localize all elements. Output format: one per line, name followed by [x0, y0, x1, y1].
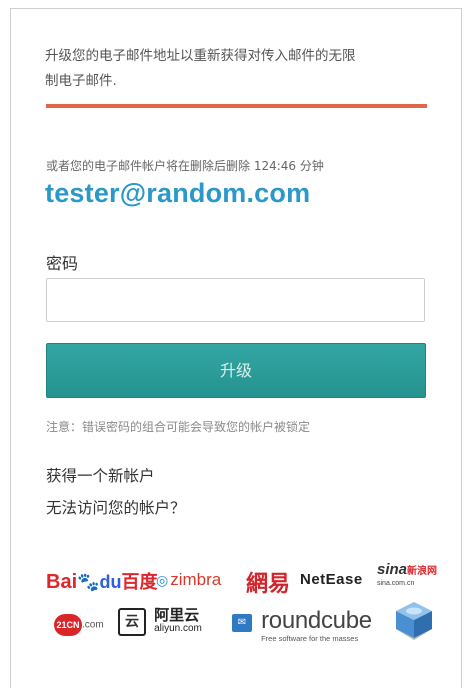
notice-line-1: 升级您的电子邮件地址以重新获得对传入邮件的无限	[45, 48, 356, 64]
paw-icon: 🐾	[77, 572, 100, 592]
cant-access-link[interactable]: 无法访问您的帐户？	[46, 496, 186, 518]
red-divider	[46, 104, 427, 108]
roundcube-logo: ✉ roundcube Free software for the masses	[232, 608, 372, 643]
21cn-logo: 21CN .com	[54, 614, 104, 636]
deletion-warning: 或者您的电子邮件帐户将在删除后删除 124:46 分钟	[46, 159, 324, 173]
wangyi-logo: 網易	[246, 572, 291, 597]
password-field[interactable]	[46, 278, 425, 322]
upgrade-notice: 升级您的电子邮件地址以重新获得对传入邮件的无限 制电子邮件.	[45, 44, 425, 94]
account-email: tester@random.com	[45, 178, 311, 208]
upgrade-button[interactable]: 升级	[46, 343, 426, 398]
zimbra-logo: ◎ zimbra	[156, 570, 222, 589]
lockout-warning: 注意：错误密码的组合可能会导致您的帐户被锁定	[46, 420, 311, 434]
new-account-link[interactable]: 获得一个新帐户	[46, 464, 155, 486]
aliyun-logo: 云 阿里云 aliyun.com	[118, 608, 202, 636]
password-label: 密码	[46, 254, 79, 273]
aliyun-cloud-icon: 云	[118, 608, 146, 636]
netease-logo: NetEase	[300, 571, 363, 588]
notice-line-2: 制电子邮件.	[45, 73, 117, 89]
sina-logo: sina新浪网 sina.com.cn	[377, 561, 438, 587]
roundcube-cube-icon	[396, 602, 432, 640]
mail-icon: ✉	[232, 614, 252, 632]
zimbra-icon: ◎	[156, 572, 169, 588]
baidu-logo: Bai🐾du百度	[46, 571, 158, 593]
